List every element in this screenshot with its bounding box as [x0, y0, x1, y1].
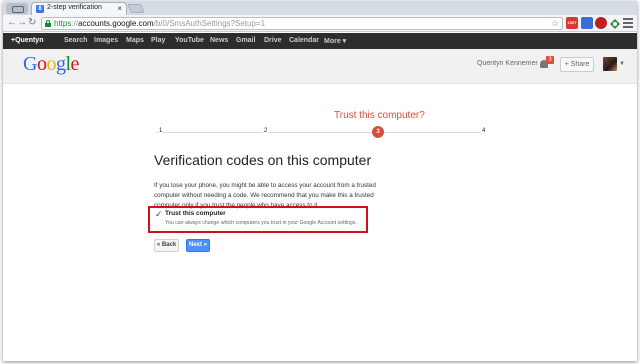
page-header: Google Quentyn Kennemer 3 + Share ▼: [3, 49, 637, 84]
back-arrow-icon[interactable]: ←: [7, 18, 17, 28]
new-tab-button[interactable]: [127, 4, 145, 13]
google-bar: +Quentyn Search Images Maps Play YouTube News G…: [3, 33, 637, 49]
page-title: Verification codes on this computer: [154, 152, 372, 168]
share-button[interactable]: + Share: [560, 57, 594, 72]
step-3-current: 3: [372, 126, 384, 138]
chevron-down-icon[interactable]: ▼: [619, 61, 625, 67]
google-bar-item[interactable]: +Quentyn: [11, 37, 43, 44]
menu-icon[interactable]: [623, 18, 633, 28]
google-bar-item[interactable]: YouTube: [175, 37, 204, 44]
step-progress-line: [156, 132, 486, 133]
trust-checkbox-label[interactable]: Trust this computer: [165, 210, 226, 217]
tab-title: 2-step verification: [47, 4, 102, 11]
url-host: accounts.google.com: [78, 19, 154, 28]
step-1: 1: [158, 128, 164, 134]
tab-close-icon[interactable]: ×: [117, 3, 122, 14]
google-bar-item[interactable]: Calendar: [289, 37, 319, 44]
browser-window: 8 2-step verification × ← → ↻ https://ac…: [3, 1, 637, 361]
google-bar-item[interactable]: Images: [94, 37, 118, 44]
google-bar-item[interactable]: Play: [151, 37, 165, 44]
google-bar-item[interactable]: Drive: [264, 37, 282, 44]
google-bar-item[interactable]: More ▾: [324, 37, 346, 45]
browser-tab[interactable]: 8 2-step verification ×: [31, 2, 127, 15]
notification-count[interactable]: 3: [546, 56, 554, 64]
gmail-badge: 1597: [567, 20, 577, 25]
checkmark-icon[interactable]: ✓: [155, 209, 163, 219]
next-button[interactable]: Next »: [186, 239, 210, 252]
url-text: https://accounts.google.com/b/0/SmsAuthS…: [54, 19, 265, 28]
address-bar[interactable]: https://accounts.google.com/b/0/SmsAuthS…: [41, 17, 563, 30]
step-4: 4: [481, 128, 487, 134]
logo-letter: o: [46, 53, 56, 75]
url-path: /b/0/SmsAuthSettings?Setup=1: [153, 19, 266, 28]
url-scheme: https: [54, 19, 72, 28]
user-extension-icon[interactable]: [581, 17, 593, 29]
google-bar-item[interactable]: News: [210, 37, 228, 44]
tab-favicon-icon: 8: [36, 5, 44, 13]
user-name[interactable]: Quentyn Kennemer: [477, 60, 538, 67]
logo-letter: e: [70, 53, 80, 75]
gmail-extension-icon[interactable]: 1597: [566, 17, 578, 29]
red-extension-icon[interactable]: [595, 17, 607, 29]
logo-letter: G: [23, 53, 37, 75]
green-extension-icon[interactable]: [609, 17, 621, 29]
avatar[interactable]: [603, 57, 617, 71]
url-separator: ://: [71, 19, 79, 28]
lock-icon: [45, 20, 51, 27]
reload-icon[interactable]: ↻: [28, 18, 36, 28]
bookmark-star-icon[interactable]: ☆: [551, 18, 559, 29]
google-bar-item[interactable]: Maps: [126, 37, 144, 44]
google-bar-item[interactable]: Search: [64, 37, 87, 44]
forward-arrow-icon[interactable]: →: [17, 18, 27, 28]
trust-checkbox-help: You can always change which computers yo…: [165, 220, 357, 226]
back-button[interactable]: « Back: [154, 239, 179, 252]
profile-icon[interactable]: [6, 3, 28, 14]
google-bar-item[interactable]: Gmail: [236, 37, 255, 44]
google-logo[interactable]: Google: [23, 53, 79, 76]
current-step-title: Trust this computer?: [334, 110, 425, 121]
step-2: 2: [263, 128, 269, 134]
browser-toolbar: ← → ↻ https://accounts.google.com/b/0/Sm…: [3, 15, 637, 32]
trust-computer-option[interactable]: ✓ Trust this computer You can always cha…: [148, 206, 368, 233]
tab-strip: 8 2-step verification ×: [3, 1, 637, 15]
